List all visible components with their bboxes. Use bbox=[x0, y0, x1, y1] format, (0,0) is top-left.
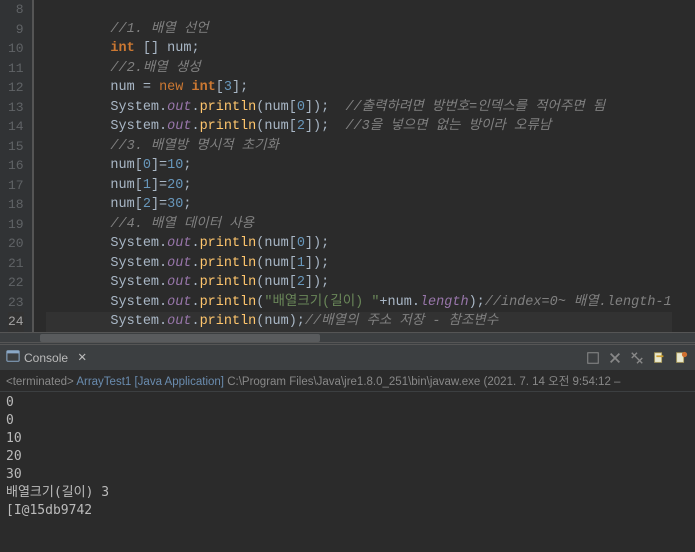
code-line[interactable]: System.out.println(num[0]); //출력하려면 방번호=… bbox=[46, 98, 672, 118]
console-output[interactable]: 00102030배열크기(길이) 3[I@15db9742 bbox=[0, 392, 695, 522]
toolbar-btn-1[interactable] bbox=[585, 350, 601, 366]
status-time: (2021. 7. 14 오전 9:54:12 – bbox=[484, 376, 621, 388]
console-line: [I@15db9742 bbox=[6, 502, 689, 520]
code-line[interactable]: System.out.println(num[1]); bbox=[46, 254, 672, 274]
code-line[interactable]: num[2]=30; bbox=[46, 195, 672, 215]
console-line: 0 bbox=[6, 412, 689, 430]
code-editor[interactable]: 89101112131415161718192021222324 //1. 배열… bbox=[0, 0, 695, 332]
console-tab[interactable]: Console bbox=[6, 349, 68, 366]
console-line: 30 bbox=[6, 466, 689, 484]
remove-launch-icon[interactable] bbox=[607, 350, 623, 366]
code-line[interactable]: //3. 배열방 명시적 초기화 bbox=[46, 137, 672, 157]
line-number-gutter: 89101112131415161718192021222324 bbox=[0, 0, 34, 332]
line-number: 8 bbox=[8, 0, 24, 20]
console-line: 0 bbox=[6, 394, 689, 412]
line-number: 15 bbox=[8, 137, 24, 157]
console-status-bar: <terminated> ArrayTest1 [Java Applicatio… bbox=[0, 371, 695, 392]
console-line: 배열크기(길이) 3 bbox=[6, 484, 689, 502]
line-number: 21 bbox=[8, 254, 24, 274]
code-line[interactable]: System.out.println(num[2]); bbox=[46, 273, 672, 293]
code-line[interactable]: int [] num; bbox=[46, 39, 672, 59]
line-number: 24 bbox=[8, 312, 24, 332]
line-number: 13 bbox=[8, 98, 24, 118]
line-number: 14 bbox=[8, 117, 24, 137]
code-line[interactable]: num[0]=10; bbox=[46, 156, 672, 176]
clear-console-icon[interactable] bbox=[651, 350, 667, 366]
scrollbar-thumb[interactable] bbox=[40, 334, 320, 342]
code-line[interactable]: num[1]=20; bbox=[46, 176, 672, 196]
code-line[interactable] bbox=[46, 0, 672, 20]
remove-all-icon[interactable] bbox=[629, 350, 645, 366]
code-line[interactable]: num = new int[3]; bbox=[46, 78, 672, 98]
console-line: 20 bbox=[6, 448, 689, 466]
status-terminated: <terminated> bbox=[6, 376, 74, 388]
code-line[interactable]: //4. 배열 데이터 사용 bbox=[46, 215, 672, 235]
line-number: 11 bbox=[8, 59, 24, 79]
line-number: 16 bbox=[8, 156, 24, 176]
line-number: 12 bbox=[8, 78, 24, 98]
horizontal-scrollbar[interactable] bbox=[0, 332, 695, 342]
code-line[interactable]: System.out.println(num);//배열의 주소 저장 - 참조… bbox=[46, 312, 672, 332]
line-number: 17 bbox=[8, 176, 24, 196]
status-path: C:\Program Files\Java\jre1.8.0_251\bin\j… bbox=[227, 376, 480, 388]
code-line[interactable]: System.out.println(num[2]); //3을 넣으면 없는 … bbox=[46, 117, 672, 137]
line-number: 23 bbox=[8, 293, 24, 313]
code-area[interactable]: //1. 배열 선언 int [] num; //2.배열 생성 num = n… bbox=[34, 0, 672, 332]
console-line: 10 bbox=[6, 430, 689, 448]
code-line[interactable]: System.out.println(num[0]); bbox=[46, 234, 672, 254]
pin-console-icon[interactable] bbox=[673, 350, 689, 366]
line-number: 9 bbox=[8, 20, 24, 40]
status-app[interactable]: ArrayTest1 [Java Application] bbox=[76, 376, 224, 388]
line-number: 19 bbox=[8, 215, 24, 235]
line-number: 18 bbox=[8, 195, 24, 215]
console-tab-label: Console bbox=[24, 351, 68, 365]
close-icon[interactable]: ✕ bbox=[78, 349, 86, 366]
line-number: 10 bbox=[8, 39, 24, 59]
line-number: 22 bbox=[8, 273, 24, 293]
code-line[interactable]: System.out.println("배열크기(길이) "+num.lengt… bbox=[46, 293, 672, 313]
console-header: Console ✕ bbox=[0, 345, 695, 371]
console-icon bbox=[6, 349, 20, 366]
code-line[interactable]: //1. 배열 선언 bbox=[46, 20, 672, 40]
code-line[interactable]: //2.배열 생성 bbox=[46, 59, 672, 79]
line-number: 20 bbox=[8, 234, 24, 254]
